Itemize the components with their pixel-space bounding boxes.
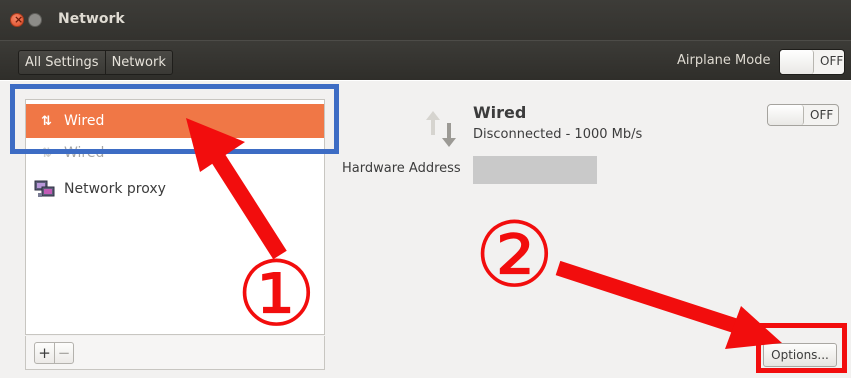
connection-title: Wired [473, 103, 527, 122]
network-proxy-icon [34, 179, 56, 199]
connection-status: Disconnected - 1000 Mb/s [473, 127, 643, 142]
airplane-mode-state: OFF [820, 54, 844, 68]
title-bar: Network [0, 0, 851, 40]
close-window-button[interactable] [10, 13, 24, 27]
window-title: Network [58, 11, 125, 27]
add-device-button[interactable]: + [35, 343, 54, 363]
wired-connection-switch[interactable]: OFF [767, 104, 839, 126]
hardware-address-label: Hardware Address [342, 161, 461, 176]
switch-knob [768, 105, 804, 125]
device-list-toolbar: + − [25, 336, 325, 370]
main-content: ⇅ Wired ⇅ Wired Network proxy + − Wired … [0, 81, 851, 378]
airplane-mode-label: Airplane Mode [677, 53, 771, 68]
device-item-label: Wired [64, 113, 105, 129]
device-item-wired[interactable]: ⇅ Wired [26, 104, 324, 138]
breadcrumb-all-settings[interactable]: All Settings [19, 51, 105, 74]
toolbar: All Settings Network Airplane Mode OFF [0, 40, 851, 80]
breadcrumb: All Settings Network [18, 50, 173, 75]
breadcrumb-network[interactable]: Network [104, 51, 172, 74]
minimize-window-button[interactable] [28, 13, 42, 27]
wired-arrows-icon: ⇅ [41, 113, 52, 129]
remove-device-button[interactable]: − [54, 343, 73, 363]
device-item-label: Wired [64, 145, 105, 161]
add-remove-group: + − [34, 342, 74, 364]
device-item-network-proxy[interactable]: Network proxy [26, 172, 324, 206]
airplane-mode-switch[interactable]: OFF [779, 49, 845, 75]
device-item-wired-dragged[interactable]: ⇅ Wired [26, 138, 324, 168]
hardware-address-value [473, 156, 597, 184]
device-item-label: Network proxy [64, 181, 166, 197]
wired-switch-state: OFF [810, 108, 834, 122]
options-button[interactable]: Options... [763, 343, 837, 367]
wired-arrows-icon: ⇅ [41, 145, 52, 161]
switch-knob [780, 50, 814, 74]
device-list: ⇅ Wired ⇅ Wired Network proxy [25, 99, 325, 335]
wired-connection-icon [425, 109, 461, 149]
